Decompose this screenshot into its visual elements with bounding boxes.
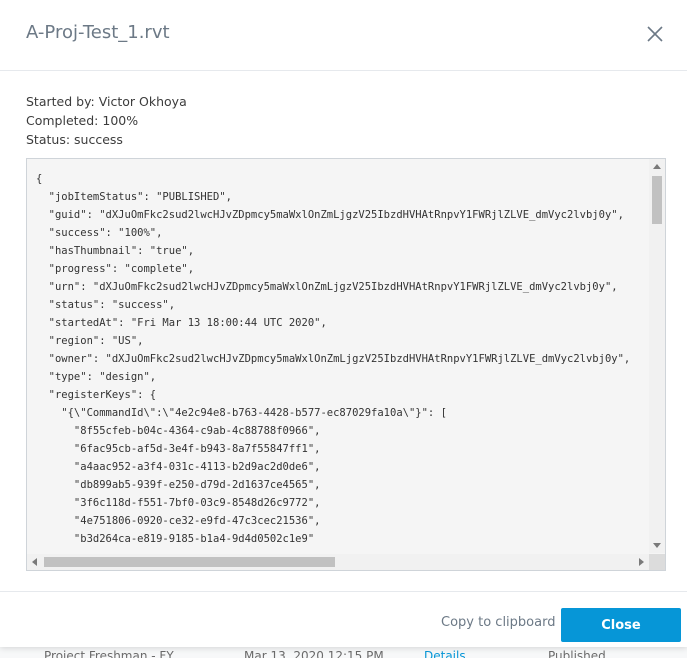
dialog-header: A-Proj-Test_1.rvt	[0, 0, 687, 71]
close-icon[interactable]	[641, 20, 669, 48]
background-date: Mar 13, 2020 12:15 PM	[244, 649, 384, 658]
completed-text: Completed: 100%	[26, 113, 139, 128]
background-status: Published	[548, 649, 606, 658]
horizontal-scroll-thumb[interactable]	[44, 557, 335, 567]
scroll-up-icon[interactable]	[653, 164, 661, 169]
json-line: "registerKeys": {	[36, 389, 157, 401]
json-line: "urn": "dXJuOmFkc2sud2lwcHJvZDpmcy5maWxl…	[36, 281, 618, 293]
json-line: "b3d264ca-e819-9185-b1a4-9d4d0502c1e9"	[36, 533, 315, 545]
json-content: { "jobItemStatus": "PUBLISHED", "guid": …	[36, 170, 648, 550]
json-line: ]	[36, 548, 648, 550]
json-line: "jobItemStatus": "PUBLISHED",	[36, 191, 232, 203]
copy-to-clipboard-button[interactable]: Copy to clipboard	[441, 615, 555, 630]
json-line: "db899ab5-939f-e250-d79d-2d1637ce4565",	[36, 479, 321, 491]
json-line: "region": "US",	[36, 335, 144, 347]
vertical-scroll-thumb[interactable]	[652, 176, 662, 224]
vertical-scrollbar[interactable]	[649, 159, 665, 553]
json-line: "progress": "complete",	[36, 263, 195, 275]
json-line: "startedAt": "Fri Mar 13 18:00:44 UTC 20…	[36, 317, 327, 329]
json-line: "8f55cfeb-b04c-4364-c9ab-4c88788f0966",	[36, 425, 321, 437]
json-line: "status": "success",	[36, 299, 176, 311]
scroll-down-icon[interactable]	[653, 543, 661, 548]
json-line: "owner": "dXJuOmFkc2sud2lwcHJvZDpmcy5maW…	[36, 353, 631, 365]
json-line: "success": "100%",	[36, 227, 163, 239]
started-by-text: Started by: Victor Okhoya	[26, 94, 187, 109]
json-line: "3f6c118d-f551-7bf0-03c9-8548d26c9772",	[36, 497, 321, 509]
json-line: "6fac95cb-af5d-3e4f-b943-8a7f55847ff1",	[36, 443, 321, 455]
job-details-dialog: A-Proj-Test_1.rvt Started by: Victor Okh…	[0, 0, 687, 647]
dialog-footer: Copy to clipboard Close	[0, 591, 687, 647]
json-viewer[interactable]: { "jobItemStatus": "PUBLISHED", "guid": …	[26, 158, 666, 571]
background-details-link[interactable]: Details	[424, 649, 466, 658]
json-line: "guid": "dXJuOmFkc2sud2lwcHJvZDpmcy5maWx…	[36, 209, 624, 221]
status-text: Status: success	[26, 132, 123, 147]
scroll-right-icon[interactable]	[639, 558, 644, 566]
scroll-left-icon[interactable]	[32, 558, 37, 566]
json-line: "a4aac952-a3f4-031c-4113-b2d9ac2d0de6",	[36, 461, 321, 473]
job-info: Started by: Victor Okhoya Completed: 100…	[26, 92, 187, 149]
json-line: "{\"CommandId\":\"4e2c94e8-b763-4428-b57…	[36, 407, 447, 419]
horizontal-scrollbar[interactable]	[27, 554, 649, 570]
json-line: "hasThumbnail": "true",	[36, 245, 195, 257]
scrollbar-corner	[649, 554, 665, 570]
close-button[interactable]: Close	[561, 608, 681, 642]
json-line: "4e751806-0920-ce32-e9fd-47c3cec21536",	[36, 515, 321, 527]
json-line: "type": "design",	[36, 371, 157, 383]
background-project-name: Project Freshman - FY	[44, 649, 174, 658]
json-line: {	[36, 173, 43, 185]
dialog-title: A-Proj-Test_1.rvt	[26, 22, 170, 43]
